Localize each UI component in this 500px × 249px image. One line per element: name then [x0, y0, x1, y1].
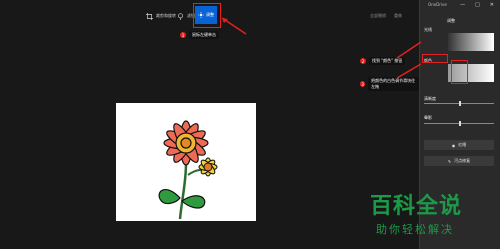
spot-fix-label: 污点修复 — [454, 158, 471, 163]
crop-icon — [146, 12, 153, 20]
crop-rotate-label: 裁剪和旋转 — [156, 13, 176, 18]
clarity-label: 清晰度 — [424, 96, 436, 101]
flower-illustration — [158, 120, 218, 220]
editor-canvas: 裁剪和旋转 滤镜 调整 1 鼠标左键单击 全部撤销 重做 2 找到 "颜色" 按… — [0, 0, 419, 249]
annotation-arrow-1 — [221, 17, 247, 35]
callout-1: 1 鼠标左键单击 — [180, 31, 219, 39]
light-section-label[interactable]: 光线 — [424, 27, 432, 33]
callout-number: 2 — [360, 58, 366, 64]
brush-icon: ✎ — [447, 158, 452, 164]
annotation-box-slider — [451, 60, 468, 84]
redeye-button[interactable]: ◉ 红眼 — [424, 140, 494, 150]
undo-all-button[interactable]: 全部撤销 — [370, 13, 386, 19]
photo-editor-app: 裁剪和旋转 滤镜 调整 1 鼠标左键单击 全部撤销 重做 2 找到 "颜色" 按… — [0, 0, 500, 249]
annotation-box-adjust — [193, 3, 221, 28]
annotation-box-color — [422, 54, 448, 63]
callout-text: 鼠标左键单击 — [189, 31, 219, 39]
watermark: 百科全说 助你轻松解决 — [370, 188, 492, 246]
light-thumbnail[interactable] — [448, 33, 494, 51]
redeye-label: 红眼 — [458, 142, 467, 147]
watermark-main-text: 百科全说 — [370, 194, 463, 219]
app-title: OneDrive — [428, 2, 447, 7]
watermark-sub-text: 助你轻松解决 — [376, 223, 454, 236]
panel-title: 调整 — [447, 18, 455, 23]
clarity-slider-thumb[interactable] — [459, 101, 461, 106]
callout-number: 3 — [360, 81, 366, 87]
vignette-slider[interactable] — [424, 121, 494, 126]
callout-number: 1 — [180, 32, 186, 38]
spot-fix-button[interactable]: ✎ 污点修复 — [424, 156, 494, 166]
crop-rotate-button[interactable]: 裁剪和旋转 — [146, 11, 176, 21]
minimize-button[interactable]: — — [460, 2, 465, 8]
filter-icon — [178, 12, 183, 20]
clarity-slider[interactable] — [424, 101, 494, 106]
maximize-button[interactable]: □ — [475, 2, 480, 8]
window-controls: — □ ✕ — [454, 0, 500, 10]
vignette-label: 晕影 — [424, 115, 432, 120]
vignette-slider-thumb[interactable] — [459, 121, 461, 126]
eye-icon: ◉ — [451, 142, 456, 148]
redo-button[interactable]: 重做 — [394, 13, 402, 19]
edited-photo — [116, 103, 256, 221]
undo-redo-group: 全部撤销 重做 — [370, 13, 402, 19]
close-button[interactable]: ✕ — [490, 2, 494, 8]
annotation-arrows-2-3 — [396, 41, 422, 79]
